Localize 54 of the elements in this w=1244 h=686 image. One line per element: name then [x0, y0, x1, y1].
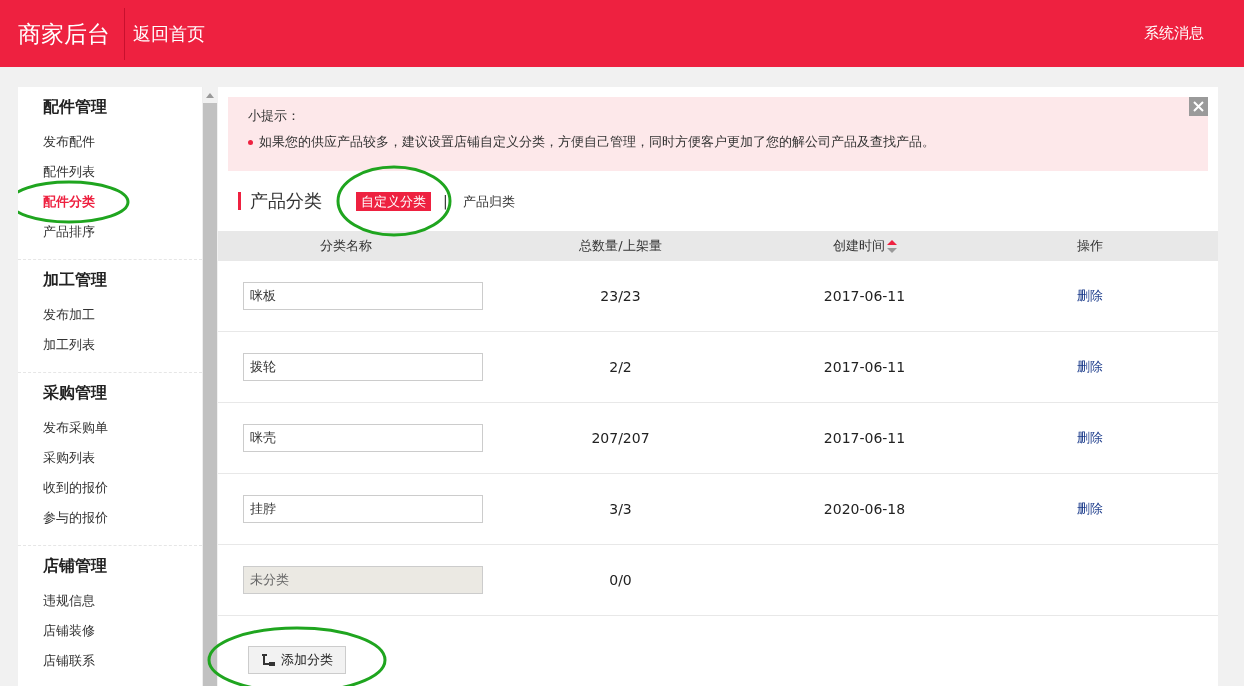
date-cell: 2017-06-11	[823, 288, 906, 304]
sidebar-group-title: 加工管理	[43, 270, 108, 291]
sidebar-group-title: 配件管理	[43, 97, 108, 118]
category-name-field[interactable]: 咪壳	[243, 424, 483, 452]
delete-link[interactable]: 删除	[1076, 287, 1103, 305]
system-messages-link[interactable]: 系统消息	[1144, 24, 1204, 43]
sidebar-item[interactable]: 加工列表	[43, 330, 95, 360]
tab[interactable]: 产品归类	[457, 192, 520, 211]
sidebar-item[interactable]: 店铺装修	[43, 616, 95, 646]
sidebar-item[interactable]: 配件列表	[43, 157, 95, 187]
sidebar-item[interactable]: 采购列表	[43, 443, 95, 473]
scroll-up-icon[interactable]	[206, 92, 214, 98]
column-header: 总数量/上架量	[579, 237, 662, 255]
scrollbar[interactable]	[202, 87, 217, 686]
add-category-button[interactable]: 添加分类	[248, 646, 346, 674]
hierarchy-icon	[261, 654, 275, 666]
date-cell: 2017-06-11	[823, 359, 906, 375]
count-cell: 207/207	[591, 430, 650, 446]
tip-title: 小提示：	[248, 107, 301, 125]
category-name-field[interactable]: 挂脖	[243, 495, 483, 523]
section-title: 产品分类	[238, 192, 322, 210]
delete-link[interactable]: 删除	[1076, 429, 1103, 447]
delete-link[interactable]: 删除	[1076, 500, 1103, 518]
column-header[interactable]: 创建时间	[832, 237, 897, 255]
close-icon	[1193, 101, 1204, 112]
sidebar-group-title: 店铺管理	[43, 556, 108, 577]
sort-icon[interactable]	[886, 239, 897, 253]
date-cell: 2020-06-18	[823, 501, 906, 517]
bullet-icon	[248, 139, 253, 145]
category-name-field[interactable]: 咪板	[243, 282, 483, 310]
sidebar-group-title: 采购管理	[43, 383, 108, 404]
column-header: 分类名称	[319, 237, 372, 255]
count-cell: 2/2	[609, 359, 632, 375]
tab-separator: |	[443, 193, 448, 209]
sidebar-item[interactable]: 违规信息	[43, 586, 95, 616]
sidebar-item[interactable]: 发布加工	[43, 300, 95, 330]
sidebar-item[interactable]: 发布采购单	[43, 413, 108, 443]
back-home-link[interactable]: 返回首页	[133, 21, 205, 46]
count-cell: 3/3	[609, 501, 632, 517]
sidebar-item[interactable]: 店铺联系	[43, 646, 95, 676]
column-header: 操作	[1076, 237, 1103, 255]
sidebar-item[interactable]: 参与的报价	[43, 503, 108, 533]
close-button[interactable]	[1189, 97, 1208, 116]
category-name-field[interactable]: 拨轮	[243, 353, 483, 381]
app-title: 商家后台	[0, 7, 125, 60]
date-cell: 2017-06-11	[823, 430, 906, 446]
tip-text: 如果您的供应产品较多，建议设置店铺自定义分类，方便自己管理，同时方便客户更加了您的解公司产品及查找产品。	[259, 133, 935, 151]
delete-link[interactable]: 删除	[1076, 358, 1103, 376]
sidebar-item[interactable]: 收到的报价	[43, 473, 108, 503]
count-cell: 0/0	[609, 572, 632, 588]
tab[interactable]: 自定义分类	[356, 192, 431, 211]
sidebar-item[interactable]: 产品排序	[43, 217, 95, 247]
count-cell: 23/23	[600, 288, 641, 304]
sidebar-item[interactable]: 发布配件	[43, 127, 95, 157]
